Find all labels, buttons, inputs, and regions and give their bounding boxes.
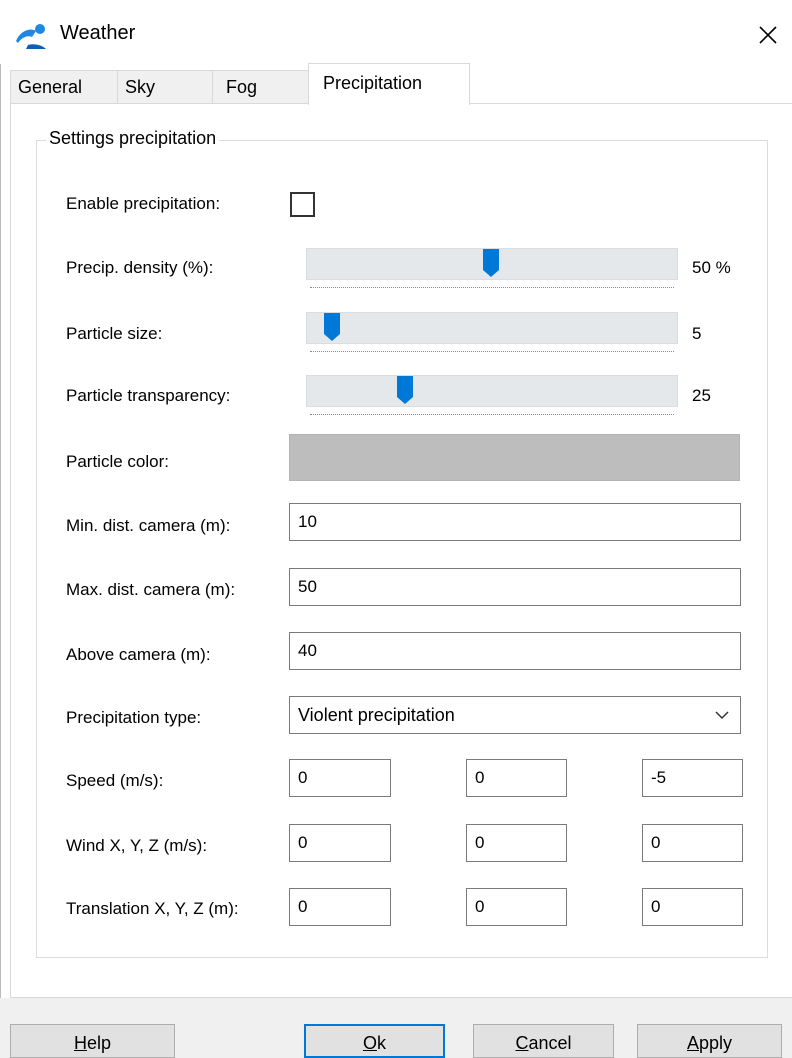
above-camera-input[interactable]: 40 bbox=[289, 632, 741, 670]
min-dist-camera-input[interactable]: 10 bbox=[289, 503, 741, 541]
wind-z-input[interactable]: 0 bbox=[642, 824, 743, 862]
slider-thumb[interactable] bbox=[323, 312, 341, 342]
help-button[interactable]: Help bbox=[10, 1024, 175, 1058]
wind-x-input[interactable]: 0 bbox=[289, 824, 391, 862]
precipitation-type-label: Precipitation type: bbox=[66, 708, 202, 727]
window-title: Weather bbox=[60, 22, 136, 44]
particle-color-label: Particle color: bbox=[66, 452, 169, 471]
translation-label: Translation X, Y, Z (m): bbox=[66, 899, 239, 918]
max-dist-camera-label: Max. dist. camera (m): bbox=[66, 580, 236, 599]
particle-transparency-label: Particle transparency: bbox=[66, 386, 231, 405]
close-icon bbox=[759, 26, 777, 44]
groupbox-title: Settings precipitation bbox=[46, 128, 220, 149]
precipitation-type-dropdown[interactable]: Violent precipitation bbox=[289, 696, 741, 734]
speed-z-input[interactable]: -5 bbox=[642, 759, 743, 797]
precipitation-type-value: Violent precipitation bbox=[298, 705, 455, 725]
slider-ticks bbox=[310, 351, 674, 352]
ok-button[interactable]: Ok bbox=[304, 1024, 445, 1058]
weather-app-icon bbox=[16, 24, 46, 49]
min-dist-camera-label: Min. dist. camera (m): bbox=[66, 516, 231, 535]
enable-precipitation-checkbox[interactable] bbox=[290, 192, 315, 217]
particle-size-slider[interactable] bbox=[306, 312, 678, 344]
particle-size-label: Particle size: bbox=[66, 324, 163, 343]
tab-fog[interactable]: Fog bbox=[212, 70, 310, 103]
slider-thumb[interactable] bbox=[396, 375, 414, 405]
translation-z-input[interactable]: 0 bbox=[642, 888, 743, 926]
slider-ticks bbox=[310, 287, 674, 288]
particle-transparency-slider[interactable] bbox=[306, 375, 678, 407]
particle-transparency-value: 25 bbox=[692, 386, 711, 405]
cancel-button[interactable]: Cancel bbox=[473, 1024, 614, 1058]
speed-y-input[interactable]: 0 bbox=[466, 759, 567, 797]
above-camera-label: Above camera (m): bbox=[66, 645, 211, 664]
title-bar: Weather bbox=[0, 0, 792, 64]
speed-label: Speed (m/s): bbox=[66, 771, 164, 790]
close-button[interactable] bbox=[748, 16, 788, 54]
wind-label: Wind X, Y, Z (m/s): bbox=[66, 836, 208, 855]
enable-precipitation-label: Enable precipitation: bbox=[66, 194, 221, 213]
chevron-down-icon bbox=[715, 711, 729, 720]
tab-precipitation[interactable]: Precipitation bbox=[308, 63, 470, 105]
tab-general[interactable]: General bbox=[10, 70, 119, 103]
apply-button[interactable]: Apply bbox=[637, 1024, 782, 1058]
max-dist-camera-input[interactable]: 50 bbox=[289, 568, 741, 606]
precip-density-slider[interactable] bbox=[306, 248, 678, 280]
precip-density-value: 50 % bbox=[692, 258, 731, 277]
wind-y-input[interactable]: 0 bbox=[466, 824, 567, 862]
slider-thumb[interactable] bbox=[482, 248, 500, 278]
window-border bbox=[0, 64, 1, 1058]
precip-density-label: Precip. density (%): bbox=[66, 258, 214, 277]
particle-size-value: 5 bbox=[692, 324, 702, 343]
tab-strip: General Sky Fog Precipitation bbox=[10, 63, 792, 105]
particle-color-swatch[interactable] bbox=[289, 434, 740, 481]
speed-x-input[interactable]: 0 bbox=[289, 759, 391, 797]
tab-sky[interactable]: Sky bbox=[117, 70, 214, 103]
translation-x-input[interactable]: 0 bbox=[289, 888, 391, 926]
slider-ticks bbox=[310, 414, 674, 415]
translation-y-input[interactable]: 0 bbox=[466, 888, 567, 926]
